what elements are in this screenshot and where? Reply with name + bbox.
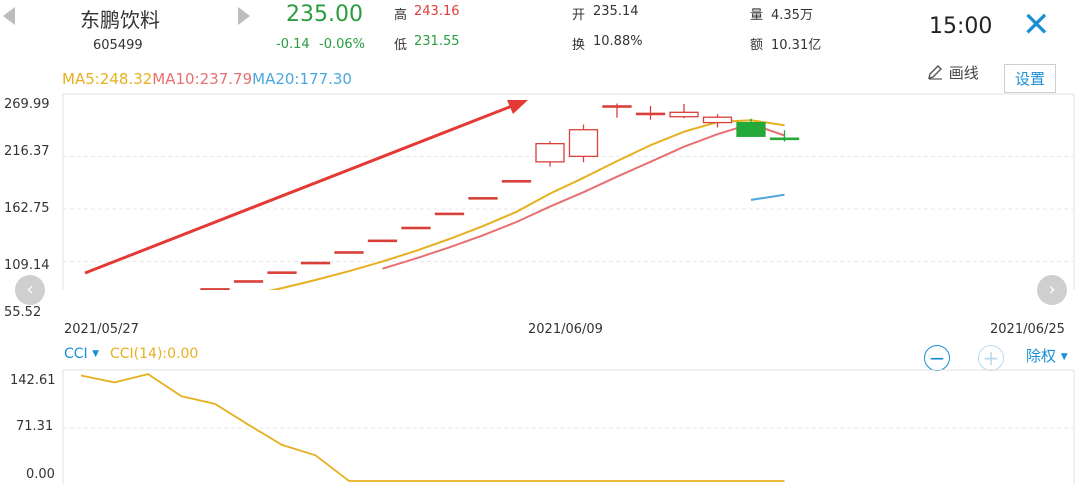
cci-ytick-3: 0.00 (26, 467, 55, 482)
cci-chart (62, 369, 1075, 484)
cci-ytick-2: 71.31 (16, 419, 54, 434)
cci-line (80, 373, 785, 482)
cci-ytick-1: 142.61 (10, 373, 56, 388)
